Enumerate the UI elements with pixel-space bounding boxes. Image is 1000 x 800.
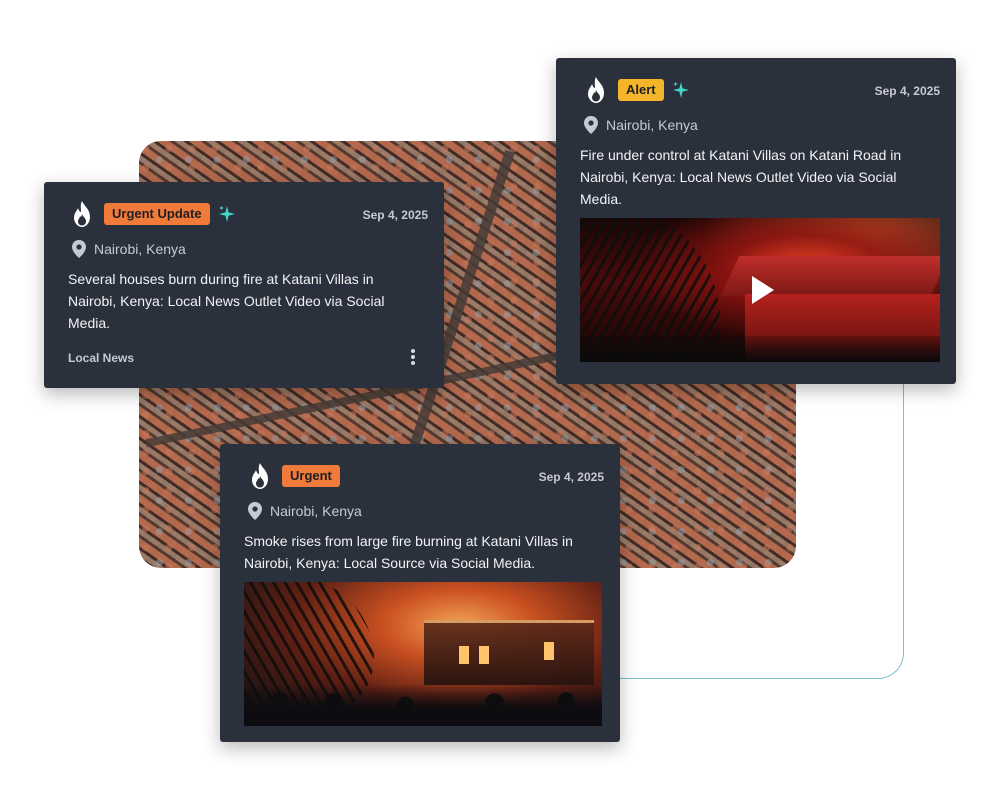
incident-card-urgent[interactable]: Urgent Sep 4, 2025 Nairobi, Kenya Smoke … <box>220 444 620 742</box>
status-badge: Alert <box>618 79 664 101</box>
incident-description: Smoke rises from large fire burning at K… <box>244 533 573 571</box>
location-text: Nairobi, Kenya <box>270 503 362 519</box>
play-icon[interactable] <box>752 276 774 304</box>
location-pin-icon <box>248 502 262 520</box>
more-vertical-icon[interactable] <box>410 348 416 366</box>
card-date: Sep 4, 2025 <box>538 470 604 484</box>
incident-description: Several houses burn during fire at Katan… <box>68 271 385 331</box>
sparkle-icon <box>218 205 235 222</box>
incident-card-alert[interactable]: Alert Sep 4, 2025 Nairobi, Kenya Fire un… <box>556 58 956 384</box>
video-thumbnail[interactable] <box>580 218 940 362</box>
source-label: Local News <box>68 351 135 365</box>
status-badge: Urgent <box>282 465 340 487</box>
sparkle-icon <box>672 81 689 98</box>
incident-card-urgent-update[interactable]: Urgent Update Sep 4, 2025 Nairobi, Kenya… <box>44 182 444 388</box>
status-badge: Urgent Update <box>104 203 210 225</box>
location-text: Nairobi, Kenya <box>606 117 698 133</box>
location-text: Nairobi, Kenya <box>94 241 186 257</box>
location-pin-icon <box>584 116 598 134</box>
image-thumbnail[interactable] <box>244 582 602 726</box>
flame-icon <box>252 463 268 489</box>
card-date: Sep 4, 2025 <box>874 84 940 98</box>
card-date: Sep 4, 2025 <box>362 208 428 222</box>
flame-icon <box>588 77 604 103</box>
incident-description: Fire under control at Katani Villas on K… <box>580 147 902 207</box>
location-pin-icon <box>72 240 86 258</box>
flame-icon <box>74 201 90 227</box>
